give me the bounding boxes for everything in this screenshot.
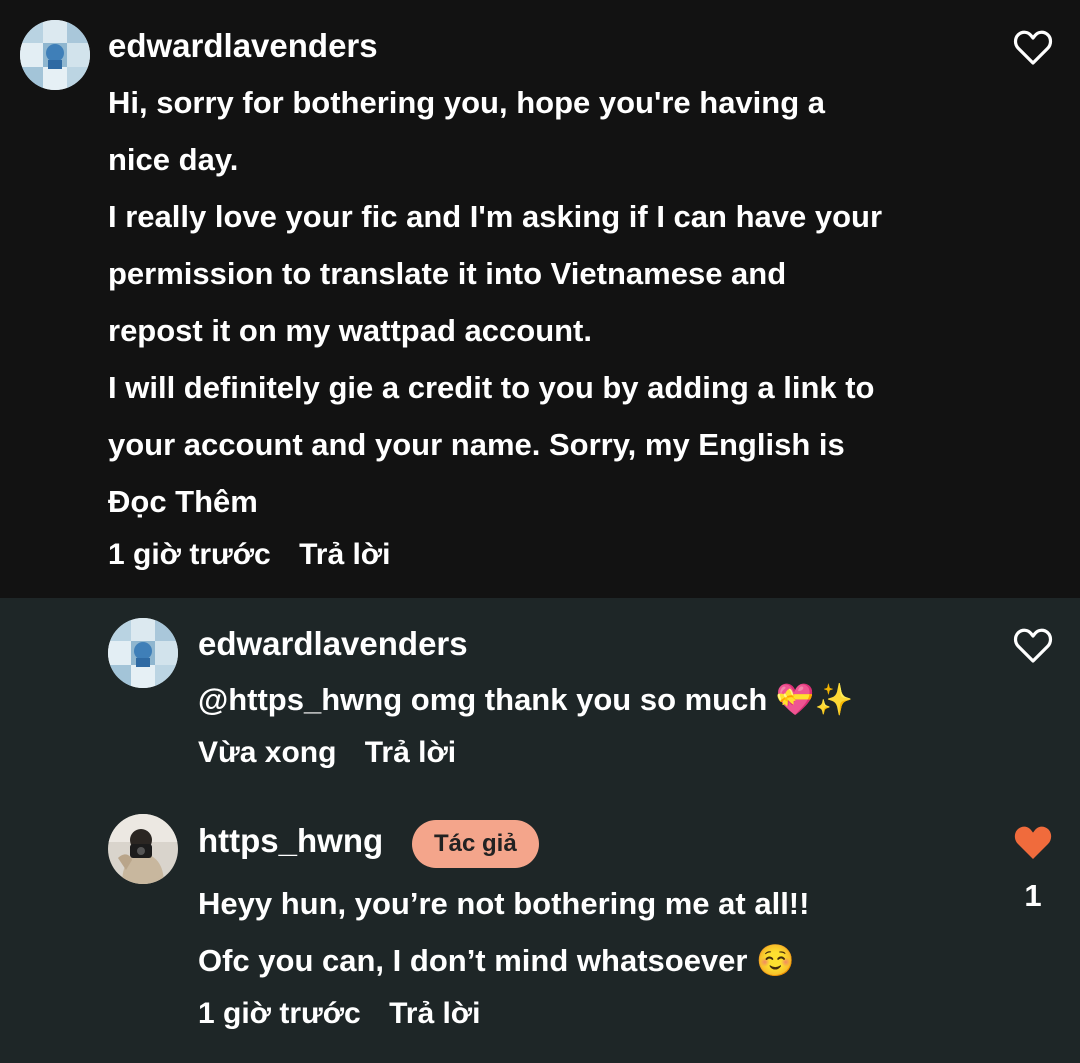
reply-line: @https_hwng omg thank you so much 💝✨ — [198, 671, 853, 728]
reply-line: Heyy hun, you’re not bothering me at all… — [198, 886, 810, 921]
comment: edwardlavenders Hi, sorry for bothering … — [0, 0, 1080, 598]
heart-gift-emoji-icon: 💝 — [775, 682, 815, 717]
reply-meta: Vừa xong Trả lời — [198, 736, 456, 770]
like-button[interactable] — [1013, 628, 1053, 664]
comment-username[interactable]: edwardlavenders — [108, 27, 378, 65]
reply-line-text: @https_hwng omg thank you so much — [198, 682, 768, 717]
heart-filled-icon — [1014, 826, 1052, 859]
reply-meta: 1 giờ trước Trả lời — [198, 997, 480, 1031]
reply-text: Heyy hun, you’re not bothering me at all… — [198, 875, 809, 989]
comment-line: permission to translate it into Vietname… — [108, 256, 787, 291]
avatar[interactable] — [108, 618, 178, 688]
reply-button[interactable]: Trả lời — [365, 736, 456, 769]
heart-outline-icon — [1013, 628, 1053, 663]
comment-text: Hi, sorry for bothering you, hope you're… — [108, 74, 882, 530]
comment-line: nice day. — [108, 142, 239, 177]
comment-line: your account and your name. Sorry, my En… — [108, 427, 845, 462]
avatar[interactable] — [108, 814, 178, 884]
reply-timestamp: 1 giờ trước — [198, 997, 361, 1030]
sparkles-emoji-icon: ✨ — [814, 682, 854, 717]
like-count: 1 — [1024, 878, 1042, 913]
reply-username[interactable]: https_hwng — [198, 822, 383, 860]
smiling-face-emoji-icon: ☺️ — [756, 943, 795, 978]
read-more-link[interactable]: Đọc Thêm — [108, 473, 882, 530]
replies-section: edwardlavenders @https_hwng omg thank yo… — [0, 598, 1080, 1063]
reply-button[interactable]: Trả lời — [389, 997, 480, 1030]
author-badge: Tác giả — [412, 820, 539, 868]
reply-line: Ofc you can, I don’t mind whatsoever ☺️ — [198, 932, 809, 989]
reply-button[interactable]: Trả lời — [299, 538, 390, 571]
comment-timestamp: 1 giờ trước — [108, 538, 271, 571]
avatar[interactable] — [20, 20, 90, 90]
comment-line: repost it on my wattpad account. — [108, 313, 592, 348]
like-button[interactable] — [1013, 825, 1053, 861]
comment-line: I will definitely gie a credit to you by… — [108, 370, 875, 405]
like-button[interactable] — [1013, 30, 1053, 66]
comment-line: Hi, sorry for bothering you, hope you're… — [108, 85, 826, 120]
reply-username[interactable]: edwardlavenders — [198, 625, 468, 663]
comment-meta: 1 giờ trước Trả lời — [108, 538, 390, 572]
reply-timestamp: Vừa xong — [198, 736, 337, 769]
reply-text: @https_hwng omg thank you so much 💝✨ — [198, 671, 853, 728]
comment-line: I really love your fic and I'm asking if… — [108, 199, 883, 234]
heart-outline-icon — [1013, 30, 1053, 65]
reply-line-text: Ofc you can, I don’t mind whatsoever — [198, 943, 748, 978]
